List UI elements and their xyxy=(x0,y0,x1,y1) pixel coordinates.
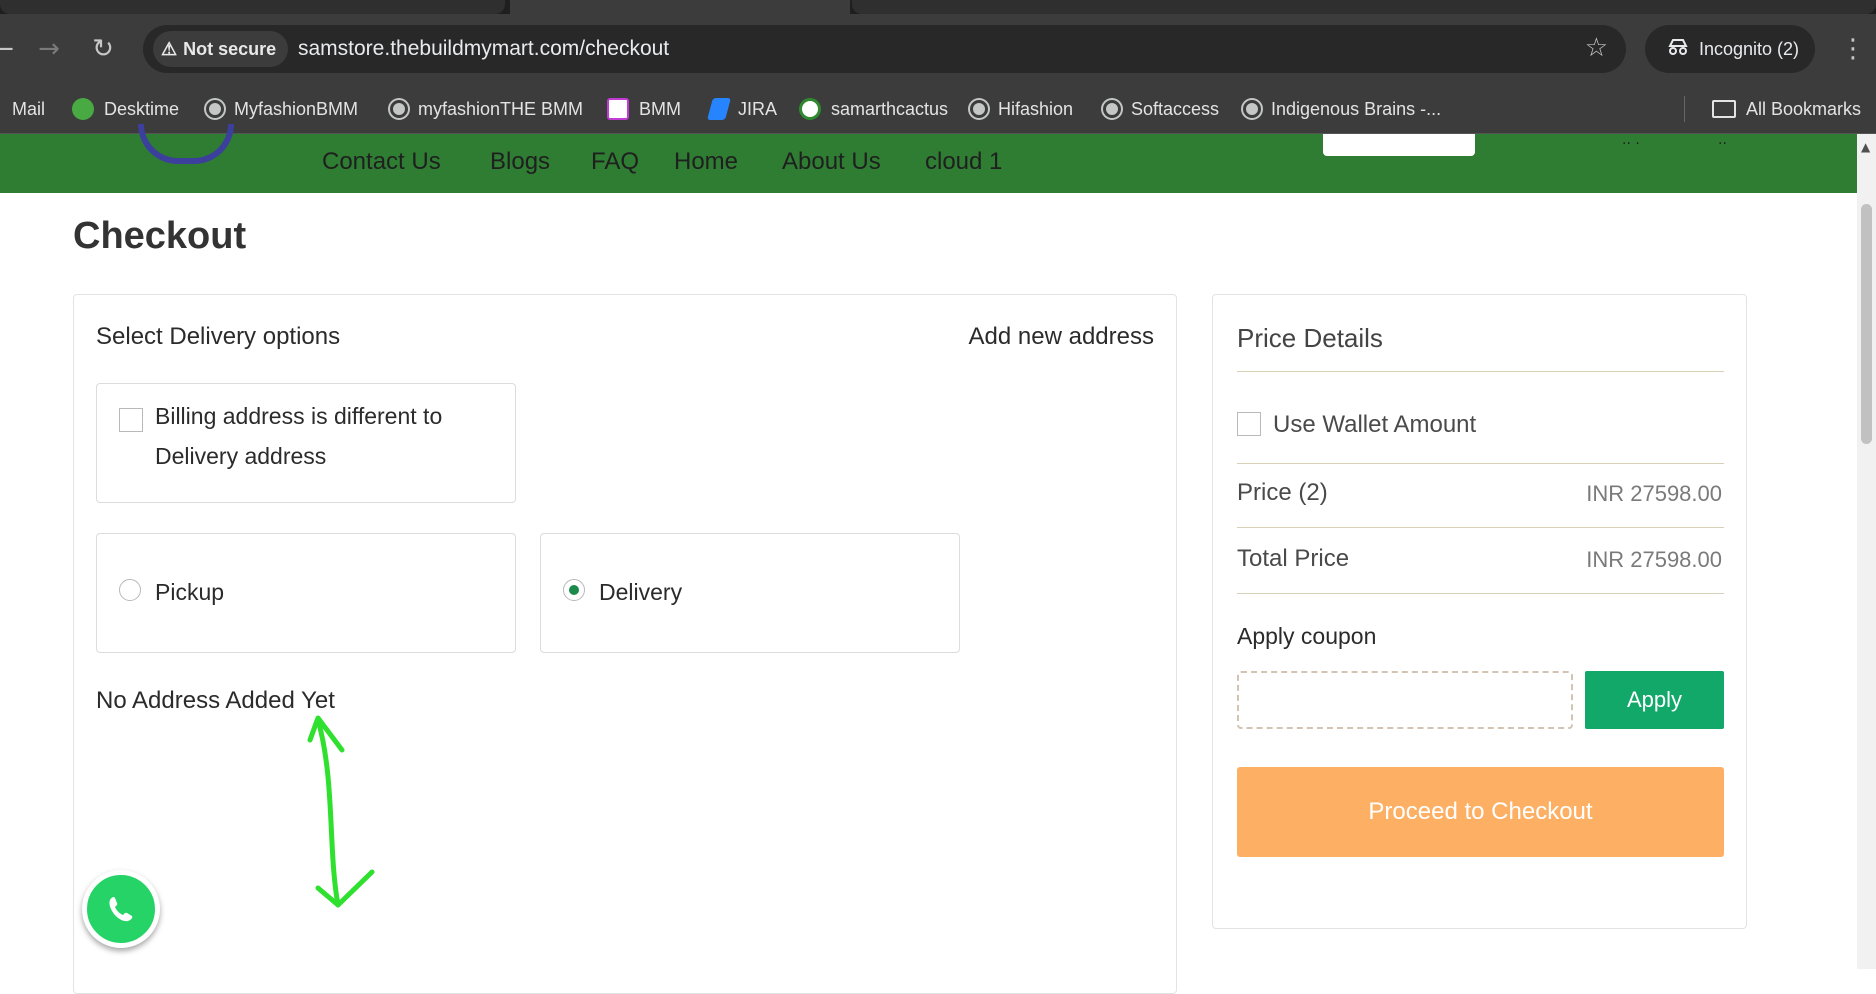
billing-checkbox-label-line1: Billing address is different to xyxy=(155,403,443,429)
browser-toolbar: ← → ↻ ⚠ Not secure samstore.thebuildmyma… xyxy=(0,14,1876,84)
browser-menu-icon[interactable]: ⋮ xyxy=(1840,36,1866,62)
divider xyxy=(1237,593,1724,594)
all-bookmarks[interactable]: All Bookmarks xyxy=(1712,84,1861,134)
page-scrollbar[interactable]: ▲ xyxy=(1857,134,1876,969)
bookmark-label: Hifashion xyxy=(998,98,1074,119)
cart-icon[interactable]: ·· xyxy=(1718,136,1727,152)
jira-icon xyxy=(707,98,731,120)
bookmark-label: myfashionTHE BMM xyxy=(418,98,584,119)
bookmark-label: Softaccess xyxy=(1131,98,1220,119)
browser-tab-active[interactable] xyxy=(510,0,850,14)
account-icon[interactable]: ·· · xyxy=(1622,136,1640,152)
coupon-input[interactable] xyxy=(1237,671,1573,729)
pickup-radio[interactable] xyxy=(119,579,141,601)
pickup-option[interactable]: Pickup xyxy=(96,533,516,653)
desktime-icon xyxy=(72,98,94,120)
header-search-button[interactable] xyxy=(1323,134,1475,156)
delivery-option[interactable]: Delivery xyxy=(540,533,960,653)
total-price-label: Total Price xyxy=(1237,545,1350,572)
globe-icon xyxy=(1103,100,1121,118)
globe-icon xyxy=(390,100,408,118)
billing-address-option[interactable]: Billing address is different to Delivery… xyxy=(96,383,516,503)
page-title: Checkout xyxy=(73,215,247,257)
cactus-icon xyxy=(799,98,821,120)
nav-link-cloud-1[interactable]: cloud 1 xyxy=(925,148,1002,176)
site-logo[interactable] xyxy=(138,124,234,164)
globe-icon xyxy=(970,100,988,118)
delivery-options-card: Select Delivery options Add new address … xyxy=(73,294,1177,994)
warning-icon: ⚠ xyxy=(161,38,178,59)
nav-link-home[interactable]: Home xyxy=(674,148,738,176)
whatsapp-chat-button[interactable] xyxy=(82,870,160,948)
url-text[interactable]: samstore.thebuildmymart.com/checkout xyxy=(298,37,669,61)
globe-icon xyxy=(1243,100,1261,118)
price-details-card: Price Details Use Wallet Amount Price (2… xyxy=(1212,294,1747,929)
apply-coupon-title: Apply coupon xyxy=(1237,623,1377,649)
all-bookmarks-label: All Bookmarks xyxy=(1746,98,1862,119)
bookmark-label: MyfashionBMM xyxy=(234,98,359,119)
scroll-up-arrow-icon[interactable]: ▲ xyxy=(1861,140,1870,154)
site-nav-bar: Contact Us Blogs FAQ Home About Us cloud… xyxy=(0,124,1857,193)
bookmark-jira[interactable]: JIRA xyxy=(707,84,778,134)
bookmark-indigenous-brains[interactable]: Indigenous Brains -... xyxy=(1243,84,1441,134)
wallet-label: Use Wallet Amount xyxy=(1273,411,1477,438)
nav-link-blogs[interactable]: Blogs xyxy=(490,148,550,176)
address-bar[interactable]: ⚠ Not secure samstore.thebuildmymart.com… xyxy=(143,25,1626,73)
bookmark-star-icon[interactable]: ☆ xyxy=(1585,33,1608,63)
price-row-label: Price (2) xyxy=(1237,479,1328,506)
bmm-icon xyxy=(607,98,629,120)
billing-different-checkbox[interactable] xyxy=(119,408,143,432)
divider xyxy=(1237,527,1724,528)
back-icon[interactable]: ← xyxy=(0,32,20,66)
divider xyxy=(1237,463,1724,464)
incognito-label: Incognito (2) xyxy=(1699,38,1800,59)
scroll-thumb[interactable] xyxy=(1861,204,1872,444)
browser-tab[interactable] xyxy=(852,0,1876,14)
bookmarks-bar: Mail Desktime MyfashionBMM myfashionTHE … xyxy=(0,84,1876,134)
bookmark-bmm[interactable]: BMM xyxy=(607,84,681,134)
browser-tab[interactable] xyxy=(0,0,505,14)
price-row-value: INR 27598.00 xyxy=(1586,481,1722,506)
bookmarks-divider xyxy=(1684,96,1685,122)
bookmark-mail[interactable]: Mail xyxy=(12,84,45,134)
forward-icon[interactable]: → xyxy=(32,32,66,66)
nav-link-about-us[interactable]: About Us xyxy=(782,148,881,176)
price-details-title: Price Details xyxy=(1237,323,1383,353)
bookmark-label: BMM xyxy=(639,98,681,119)
delivery-radio[interactable] xyxy=(563,579,585,601)
delivery-label: Delivery xyxy=(599,579,683,605)
reload-icon[interactable]: ↻ xyxy=(86,32,120,66)
bookmark-label: JIRA xyxy=(738,98,778,119)
annotation-double-arrow xyxy=(307,715,375,908)
bookmark-softaccess[interactable]: Softaccess xyxy=(1103,84,1219,134)
divider xyxy=(1237,371,1724,372)
bookmark-hifashion[interactable]: Hifashion xyxy=(970,84,1073,134)
nav-link-faq[interactable]: FAQ xyxy=(591,148,639,176)
bookmark-label: Mail xyxy=(12,98,46,119)
add-new-address-link[interactable]: Add new address xyxy=(969,323,1154,351)
nav-link-contact-us[interactable]: Contact Us xyxy=(322,148,441,176)
incognito-chip[interactable]: Incognito (2) xyxy=(1645,25,1815,73)
incognito-icon xyxy=(1667,38,1689,61)
total-price-value: INR 27598.00 xyxy=(1586,547,1722,572)
delivery-section-title: Select Delivery options xyxy=(96,323,341,350)
security-label: Not secure xyxy=(183,38,277,59)
wallet-checkbox[interactable] xyxy=(1237,412,1261,436)
browser-tab-strip xyxy=(0,0,1876,14)
bookmark-label: samarthcactus xyxy=(831,98,949,119)
pickup-label: Pickup xyxy=(155,579,225,605)
bookmark-samarthcactus[interactable]: samarthcactus xyxy=(799,84,948,134)
proceed-to-checkout-button[interactable]: Proceed to Checkout xyxy=(1237,767,1724,857)
bookmark-label: Indigenous Brains -... xyxy=(1271,98,1442,119)
folder-icon xyxy=(1712,100,1736,118)
billing-checkbox-label-line2: Delivery address xyxy=(155,443,327,469)
globe-icon xyxy=(206,100,224,118)
bookmark-label: Desktime xyxy=(104,98,180,119)
security-chip[interactable]: ⚠ Not secure xyxy=(153,31,289,67)
bookmark-myfashion-the-bmm[interactable]: myfashionTHE BMM xyxy=(390,84,583,134)
apply-coupon-button[interactable]: Apply xyxy=(1585,671,1724,729)
whatsapp-icon xyxy=(109,897,133,922)
